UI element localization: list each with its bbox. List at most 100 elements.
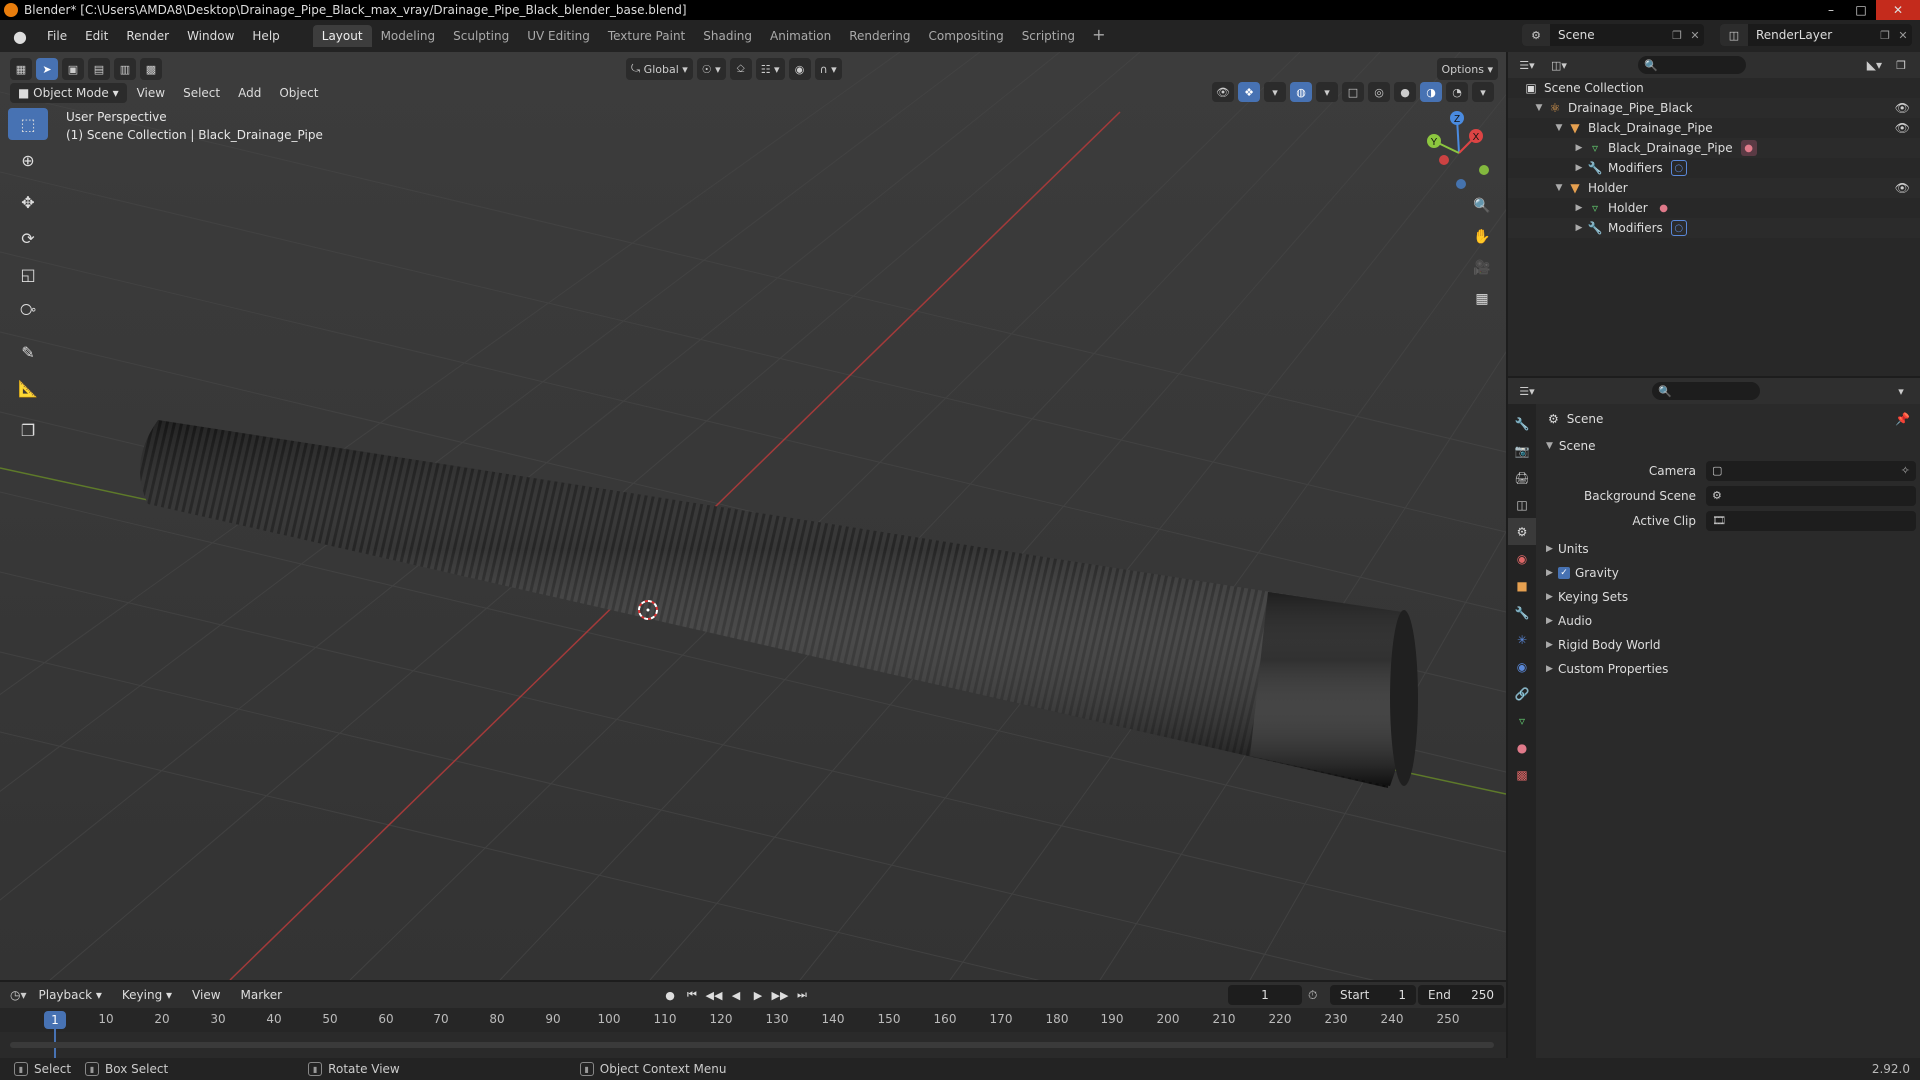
eye-icon[interactable]: 👁 [1895,101,1910,115]
expand-arrow-icon[interactable]: ▼ [1532,103,1546,113]
expand-arrow-icon[interactable]: ▶ [1572,203,1586,213]
measure-tool-icon[interactable]: 📐 [8,372,48,404]
timeline-menu-playback[interactable]: Playback ▾ [31,988,110,1002]
navigation-gizmo[interactable]: Z X Y [1414,108,1504,198]
play-icon[interactable]: ▶ [748,985,768,1005]
jump-to-start-icon[interactable]: ⏮ [682,985,702,1005]
menu-edit[interactable]: Edit [76,25,117,47]
scene-panel-header[interactable]: ▼ Scene [1536,434,1920,458]
pin-icon[interactable]: 📌 [1895,412,1910,426]
blender-logo-icon[interactable]: ● [10,26,30,46]
expand-arrow-icon[interactable]: ▶ [1572,143,1586,153]
texture-tab-icon[interactable]: ▩ [1508,761,1536,788]
expand-arrow-icon[interactable]: ▼ [1552,183,1566,193]
properties-search-input[interactable]: 🔍 [1652,382,1760,400]
stopwatch-icon[interactable]: ⏱ [1308,985,1328,1005]
constraints-tab-icon[interactable]: 🔗 [1508,680,1536,707]
timeline-menu-keying[interactable]: Keying ▾ [114,988,180,1002]
new-collection-icon[interactable]: ❐ [1888,55,1914,75]
jump-to-end-icon[interactable]: ⏭ [792,985,812,1005]
menu-help[interactable]: Help [243,25,288,47]
zoom-icon[interactable]: 🔍 [1468,192,1496,220]
outliner-row-drainage-pipe-black[interactable]: ▼ ⚛ Drainage_Pipe_Black 👁 [1508,98,1920,118]
modifier-tab-icon[interactable]: 🔧 [1508,599,1536,626]
view-layer-tab-icon[interactable]: ◫ [1508,491,1536,518]
outliner-row-scene-collection[interactable]: ▣ Scene Collection [1508,78,1920,98]
units-subpanel[interactable]: ▶ Units [1536,537,1920,561]
end-frame-field[interactable]: End 250 [1418,985,1504,1005]
menu-window[interactable]: Window [178,25,243,47]
timeline-scrollbar[interactable] [10,1042,1494,1048]
add-cube-tool-icon[interactable]: ❐ [8,414,48,446]
move-tool-icon[interactable]: ✥ [8,186,48,218]
tab-texture-paint[interactable]: Texture Paint [599,25,694,47]
output-tab-icon[interactable]: 🖨 [1508,464,1536,491]
annotate-tool-icon[interactable]: ✎ [8,336,48,368]
outliner-row-holder[interactable]: ▼ ▼ Holder 👁 [1508,178,1920,198]
add-workspace-button[interactable]: + [1084,25,1113,47]
delete-renderlayer-icon[interactable]: ✕ [1894,29,1912,42]
outliner-editor-icon[interactable]: ☰▾ [1514,55,1540,75]
modifier-icon[interactable]: ○ [1670,220,1687,236]
start-frame-field[interactable]: Start 1 [1330,985,1416,1005]
material-tab-icon[interactable]: ● [1508,734,1536,761]
close-button[interactable]: ✕ [1876,0,1920,20]
viewport-menu-add[interactable]: Add [230,86,269,100]
cursor-tool-icon[interactable]: ⊕ [8,144,48,176]
background-scene-input[interactable]: ⚙ [1706,485,1916,506]
new-scene-icon[interactable]: ❐ [1668,29,1686,42]
playhead-frame[interactable]: 1 [44,1011,66,1029]
properties-editor-icon[interactable]: ☰▾ [1514,381,1540,401]
gizmo-toggle-icon[interactable]: ❖ [1238,82,1260,102]
3d-viewport[interactable]: ▦ ➤ ▣ ▤ ▥ ▩ ⤿ Global ▾ ☉ ▾ ⎐ ☷ ▾ ◉ ∩ ▾ O… [0,52,1506,980]
eyedropper-icon[interactable]: ✧ [1901,464,1910,477]
filter-icon[interactable]: ◣▾ [1867,58,1882,72]
object-mode-dropdown[interactable]: ■ Object Mode ▾ [10,83,127,103]
rigid-body-world-subpanel[interactable]: ▶ Rigid Body World [1536,633,1920,657]
tab-sculpting[interactable]: Sculpting [444,25,518,47]
delete-scene-icon[interactable]: ✕ [1686,29,1704,42]
timeline-ruler[interactable]: 1 10 20 30 40 50 60 70 80 90 100 110 120… [0,1008,1506,1059]
scene-tab-icon[interactable]: ⚙ [1508,518,1536,545]
new-renderlayer-icon[interactable]: ❐ [1876,29,1894,42]
tab-rendering[interactable]: Rendering [840,25,919,47]
properties-options-icon[interactable]: ▾ [1888,381,1914,401]
jump-to-keyframe-next-icon[interactable]: ▶▶ [770,985,790,1005]
options-dropdown[interactable]: Options ▾ [1436,58,1498,80]
jump-to-keyframe-prev-icon[interactable]: ◀◀ [704,985,724,1005]
scale-tool-icon[interactable]: ◱ [8,258,48,290]
tool-tab-icon[interactable]: 🔧 [1508,410,1536,437]
overlay-toggle-icon[interactable]: ◍ [1290,82,1312,102]
renderlayer-name[interactable]: RenderLayer [1748,28,1876,42]
select-tool-icon[interactable]: ➤ [36,58,58,80]
outliner-row-black-drainage-pipe-mesh[interactable]: ▶ ▿ Black_Drainage_Pipe ● [1508,138,1920,158]
gravity-subpanel[interactable]: ▶ ✓ Gravity [1536,561,1920,585]
transform-orientation-dropdown[interactable]: ⤿ Global ▾ [626,58,693,80]
gravity-checkbox[interactable]: ✓ [1558,567,1570,579]
maximize-button[interactable]: □ [1846,0,1876,20]
expand-arrow-icon[interactable]: ▶ [1572,223,1586,233]
menu-file[interactable]: File [38,25,76,47]
expand-arrow-icon[interactable]: ▼ [1552,123,1566,133]
xray-toggle-icon[interactable]: □ [1342,82,1364,102]
active-clip-input[interactable]: 🎞 [1706,510,1916,531]
outliner-row-modifiers[interactable]: ▶ 🔧 Modifiers ○ [1508,158,1920,178]
tab-shading[interactable]: Shading [694,25,761,47]
rotate-tool-icon[interactable]: ⟳ [8,222,48,254]
custom-properties-subpanel[interactable]: ▶ Custom Properties [1536,657,1920,681]
snap-target-icon[interactable]: ☷ ▾ [755,58,785,80]
play-reverse-icon[interactable]: ◀ [726,985,746,1005]
pan-hand-icon[interactable]: ✋ [1468,223,1496,251]
outliner-row-black-drainage-pipe[interactable]: ▼ ▼ Black_Drainage_Pipe 👁 [1508,118,1920,138]
tab-uv-editing[interactable]: UV Editing [518,25,599,47]
material-icon[interactable]: ● [1656,200,1672,216]
render-tab-icon[interactable]: 📷 [1508,437,1536,464]
auto-keying-icon[interactable]: ● [660,985,680,1005]
physics-tab-icon[interactable]: ◉ [1508,653,1536,680]
viewport-menu-view[interactable]: View [129,86,173,100]
solid-shading-icon[interactable]: ● [1394,82,1416,102]
overlay-dropdown-icon[interactable]: ▾ [1316,82,1338,102]
ortho-grid-icon[interactable]: ▦ [1468,285,1496,313]
tab-animation[interactable]: Animation [761,25,840,47]
viewport-menu-object[interactable]: Object [271,86,326,100]
